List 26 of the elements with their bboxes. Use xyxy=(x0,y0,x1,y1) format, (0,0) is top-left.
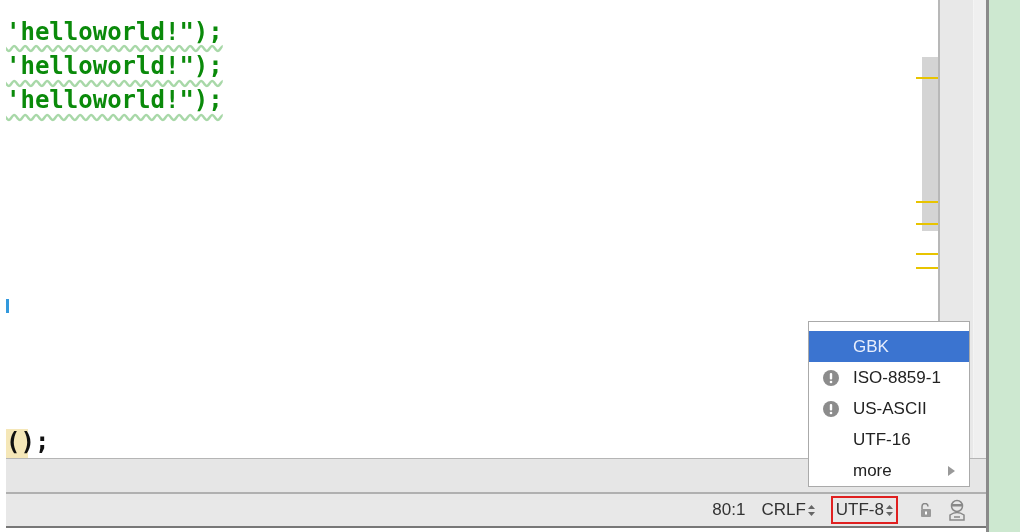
code-line: 'helloworld!"); xyxy=(6,52,223,81)
scroll-thumb[interactable] xyxy=(922,57,938,231)
warning-stripe[interactable] xyxy=(916,267,938,269)
code-line: (); xyxy=(6,428,50,457)
warning-icon xyxy=(823,369,839,386)
menu-item[interactable]: US-ASCII xyxy=(809,393,969,424)
menu-item[interactable]: GBK xyxy=(809,331,969,362)
warning-stripe[interactable] xyxy=(916,77,938,79)
line-separator[interactable]: CRLF xyxy=(761,500,815,520)
menu-item[interactable]: more xyxy=(809,455,969,486)
encoding-selector[interactable]: UTF-8 xyxy=(830,496,898,524)
person-icon[interactable] xyxy=(948,499,966,521)
code-line: 'helloworld!"); xyxy=(6,18,223,47)
sort-arrows-icon xyxy=(886,504,893,516)
menu-item[interactable]: ISO-8859-1 xyxy=(809,362,969,393)
warning-stripe[interactable] xyxy=(916,253,938,255)
cursor-position[interactable]: 80:1 xyxy=(712,500,746,520)
caret-icon xyxy=(6,298,9,313)
submenu-arrow-icon xyxy=(948,465,955,476)
menu-item[interactable]: UTF-16 xyxy=(809,424,969,455)
warning-stripe[interactable] xyxy=(916,201,938,203)
warning-icon xyxy=(823,400,839,417)
lock-icon[interactable] xyxy=(920,503,932,517)
sort-arrows-icon xyxy=(807,504,815,516)
code-line: 'helloworld!"); xyxy=(6,86,223,115)
warning-stripe[interactable] xyxy=(916,223,938,225)
